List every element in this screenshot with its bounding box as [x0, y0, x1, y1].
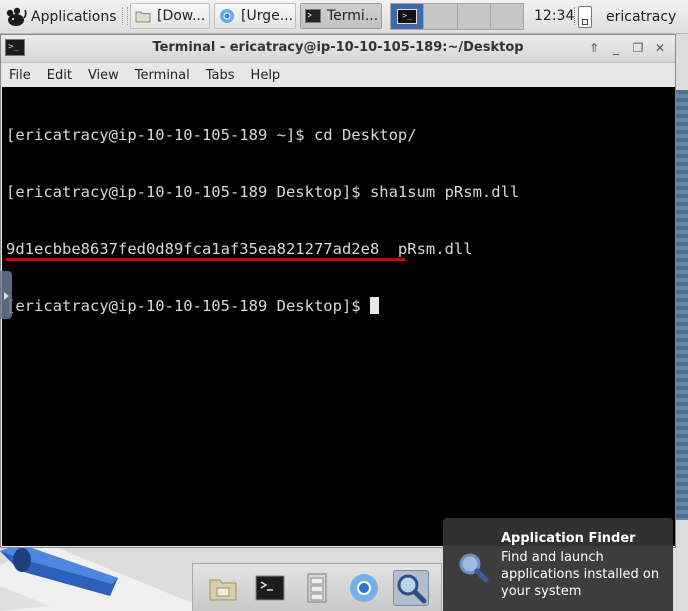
workspace-2[interactable] — [424, 4, 458, 29]
terminal-window: >_ Terminal - ericatracy@ip-10-10-105-18… — [0, 34, 676, 548]
menu-tabs[interactable]: Tabs — [198, 68, 243, 83]
terminal-line-text: 9d1ecbbe8637fed0d89fca1af35ea821277ad2e8… — [6, 240, 473, 258]
taskbar-item-downloads[interactable]: [Dow... — [130, 3, 210, 29]
folder-icon — [135, 11, 151, 23]
terminal-scrollbar[interactable] — [665, 87, 675, 546]
workspace-1[interactable]: >_ — [391, 4, 425, 29]
window-title: Terminal - ericatracy@ip-10-10-105-189:~… — [152, 40, 524, 55]
menu-file[interactable]: File — [1, 68, 39, 83]
menu-bar: File Edit View Terminal Tabs Help — [1, 63, 675, 87]
text-cursor — [369, 297, 379, 314]
workspace-3[interactable] — [457, 4, 491, 29]
app-finder-icon — [459, 553, 489, 583]
workspace-switcher: >_ — [390, 3, 524, 30]
terminal-output[interactable]: [ericatracy@ip-10-10-105-189 ~]$ cd Desk… — [2, 87, 674, 546]
menu-view[interactable]: View — [80, 68, 127, 83]
taskbar-item-terminal[interactable]: Termi... — [300, 3, 382, 29]
panel-separator — [122, 7, 128, 25]
terminal-line: [ericatracy@ip-10-10-105-189 ~]$ cd Desk… — [6, 126, 670, 145]
dock-chromium[interactable] — [346, 570, 382, 606]
dock — [192, 563, 442, 611]
app-finder-icon — [397, 574, 427, 603]
terminal-icon: >_ — [397, 9, 418, 24]
top-panel: Applications [Dow... [Urge... Termi... >… — [0, 0, 688, 34]
dock-app-finder[interactable] — [393, 569, 430, 606]
xfce-mouse-icon — [6, 7, 27, 26]
dock-terminal[interactable] — [252, 570, 288, 606]
terminal-icon — [255, 575, 285, 600]
power-icon[interactable] — [578, 5, 592, 28]
notification-popup[interactable]: Application Finder Find and launch appli… — [443, 518, 673, 611]
file-manager-icon — [209, 579, 237, 600]
file-cabinet-icon — [307, 573, 327, 602]
menu-edit[interactable]: Edit — [39, 68, 80, 83]
menu-help[interactable]: Help — [243, 68, 289, 83]
roll-up-icon[interactable]: ⇑ — [585, 39, 603, 57]
taskbar-item-label: [Dow... — [157, 8, 206, 24]
hash-highlight-underline — [6, 258, 405, 261]
terminal-line-prompt: [ericatracy@ip-10-10-105-189 Desktop]$ — [6, 297, 670, 316]
side-panel-handle[interactable] — [0, 271, 12, 319]
chromium-icon — [350, 573, 379, 602]
window-controls: ⇑ _ ❐ ✕ — [585, 39, 669, 57]
applications-label: Applications — [31, 8, 117, 25]
minimize-button[interactable]: _ — [607, 39, 625, 57]
taskbar-item-browser[interactable]: [Urge... — [214, 3, 296, 29]
menu-terminal[interactable]: Terminal — [127, 68, 198, 83]
close-button[interactable]: ✕ — [651, 39, 669, 57]
window-titlebar[interactable]: >_ Terminal - ericatracy@ip-10-10-105-18… — [1, 35, 675, 63]
user-menu[interactable]: ericatracy — [578, 3, 676, 30]
terminal-line-text: [ericatracy@ip-10-10-105-189 ~]$ cd Desk… — [6, 126, 417, 144]
chromium-icon — [220, 9, 234, 23]
terminal-icon — [305, 9, 321, 23]
wallpaper-pen-illustration — [0, 546, 200, 611]
maximize-button[interactable]: ❐ — [629, 39, 647, 57]
terminal-line-text: [ericatracy@ip-10-10-105-189 Desktop]$ — [6, 297, 370, 315]
taskbar-item-label: [Urge... — [241, 8, 294, 24]
taskbar-item-label: Termi... — [327, 8, 379, 24]
terminal-line-hash: 9d1ecbbe8637fed0d89fca1af35ea821277ad2e8… — [6, 240, 670, 261]
desktop-wallpaper-edge — [676, 90, 688, 520]
terminal-line: [ericatracy@ip-10-10-105-189 Desktop]$ s… — [6, 183, 670, 202]
clock[interactable]: 12:34 — [534, 8, 574, 24]
notification-body: Find and launch applications installed o… — [501, 550, 660, 599]
notification-title: Application Finder — [501, 531, 636, 546]
user-name: ericatracy — [606, 8, 677, 25]
terminal-line-text: [ericatracy@ip-10-10-105-189 Desktop]$ s… — [6, 183, 520, 201]
applications-menu[interactable]: Applications — [4, 3, 117, 30]
dock-file-cabinet[interactable] — [299, 570, 335, 606]
dock-file-manager[interactable] — [205, 570, 241, 606]
workspace-4[interactable] — [490, 4, 523, 29]
